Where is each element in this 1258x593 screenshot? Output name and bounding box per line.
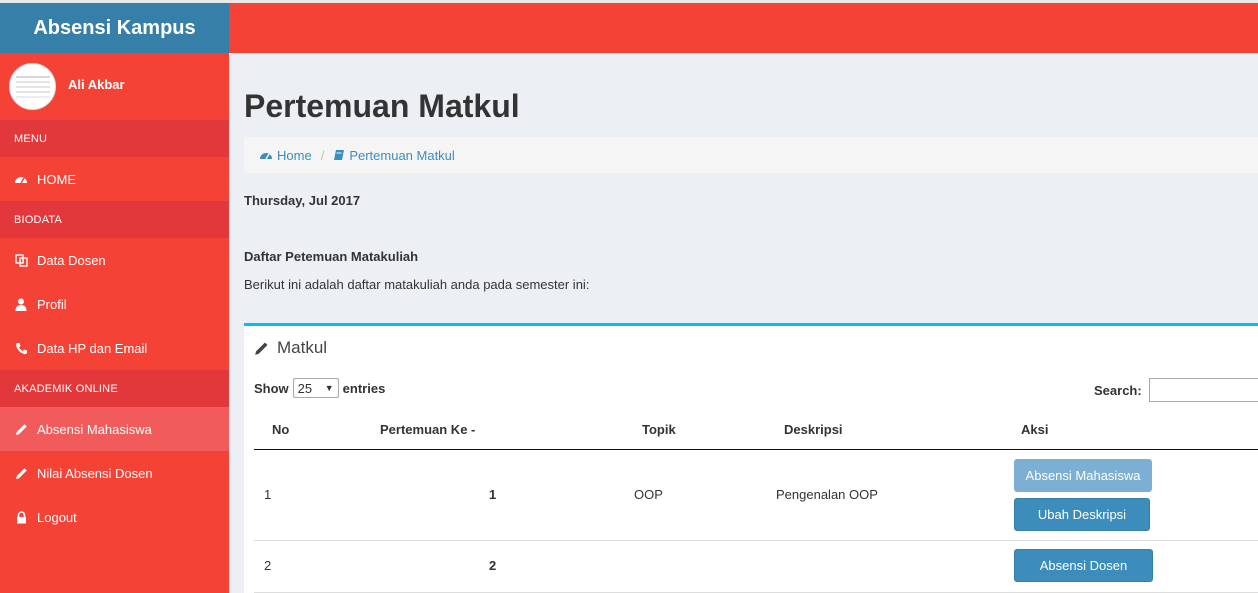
- sidebar-item-label: Logout: [37, 509, 77, 525]
- user-icon: [14, 298, 28, 311]
- sidebar-item-label: Data Dosen: [37, 252, 106, 268]
- sidebar-item-nilai-absensi-dosen[interactable]: Nilai Absensi Dosen: [0, 451, 229, 495]
- app-logo[interactable]: Absensi Kampus: [0, 3, 229, 53]
- pencil-icon: [14, 467, 28, 480]
- cell-pertemuan: 1: [489, 487, 497, 502]
- absensi-mahasiswa-button[interactable]: Absensi Mahasiswa: [1014, 459, 1152, 492]
- breadcrumb-separator: /: [320, 147, 325, 163]
- user-name: Ali Akbar: [68, 77, 125, 92]
- breadcrumb: Home / Pertemuan Matkul: [244, 137, 1258, 173]
- breadcrumb-home-link[interactable]: Home: [277, 148, 312, 163]
- entries-length-control: Show 25 ▼ entries: [254, 378, 385, 398]
- top-navbar: [229, 3, 1258, 53]
- sidebar-header-biodata: BIODATA: [0, 201, 229, 238]
- dashboard-icon: [259, 149, 273, 161]
- show-label: Show: [254, 380, 289, 396]
- sidebar-item-label: Data HP dan Email: [37, 340, 148, 356]
- sidebar-item-label: Absensi Mahasiswa: [37, 421, 152, 437]
- book-icon: [333, 149, 345, 161]
- sidebar-item-data-hp-email[interactable]: Data HP dan Email: [0, 326, 229, 370]
- table-header-divider: [254, 449, 1258, 450]
- column-header-pertemuan[interactable]: Pertemuan Ke -: [380, 422, 475, 437]
- column-header-no[interactable]: No: [272, 422, 289, 437]
- matkul-box: Matkul Show 25 ▼ entries Search: No Pert…: [244, 323, 1258, 593]
- entries-select[interactable]: 25 ▼: [292, 378, 339, 398]
- sidebar-item-absensi-mahasiswa[interactable]: Absensi Mahasiswa: [0, 407, 229, 451]
- box-title-text: Matkul: [277, 338, 328, 357]
- sidebar-item-label: HOME: [37, 171, 76, 187]
- app-title: Absensi Kampus: [33, 16, 196, 39]
- copy-icon: [14, 253, 28, 267]
- column-header-aksi[interactable]: Aksi: [1021, 422, 1048, 437]
- user-panel: Ali Akbar: [0, 53, 229, 120]
- search-label: Search:: [1094, 382, 1142, 398]
- cell-deskripsi: Pengenalan OOP: [776, 487, 878, 502]
- entries-label: entries: [342, 380, 386, 396]
- sidebar-item-label: Nilai Absensi Dosen: [37, 465, 153, 481]
- sidebar-header-akademik: AKADEMIK ONLINE: [0, 370, 229, 407]
- cell-no: 2: [264, 558, 272, 573]
- chevron-down-icon: ▼: [324, 383, 334, 393]
- box-title: Matkul: [254, 338, 327, 358]
- cell-pertemuan: 2: [489, 558, 497, 573]
- phone-icon: [14, 342, 28, 355]
- breadcrumb-current[interactable]: Pertemuan Matkul: [349, 148, 455, 163]
- list-description: Berikut ini adalah daftar matakuliah and…: [244, 277, 590, 292]
- sidebar: Ali Akbar MENU HOME BIODATA Data Dosen P…: [0, 53, 229, 593]
- sidebar-item-logout[interactable]: Logout: [0, 495, 229, 539]
- column-header-topik[interactable]: Topik: [642, 422, 676, 437]
- pencil-icon: [254, 341, 269, 356]
- dashboard-icon: [14, 173, 28, 185]
- avatar: [9, 63, 56, 110]
- row-divider: [254, 540, 1258, 541]
- absensi-dosen-button[interactable]: Absensi Dosen: [1014, 549, 1153, 582]
- column-header-deskripsi[interactable]: Deskripsi: [784, 422, 843, 437]
- cell-no: 1: [264, 487, 272, 502]
- main-content: Pertemuan Matkul Home / Pertemuan Matkul…: [229, 53, 1258, 593]
- sidebar-item-profil[interactable]: Profil: [0, 282, 229, 326]
- sidebar-item-home[interactable]: HOME: [0, 157, 229, 201]
- search-input[interactable]: [1148, 378, 1258, 402]
- ubah-deskripsi-button[interactable]: Ubah Deskripsi: [1014, 498, 1150, 531]
- cell-topik: OOP: [634, 487, 663, 502]
- current-date: Thursday, Jul 2017: [244, 193, 361, 208]
- entries-value: 25: [297, 380, 313, 396]
- search-control: Search:: [1094, 378, 1258, 402]
- list-title: Daftar Petemuan Matakuliah: [244, 249, 419, 264]
- pencil-icon: [14, 423, 28, 436]
- sidebar-item-label: Profil: [37, 296, 67, 312]
- lock-icon: [14, 510, 28, 524]
- sidebar-header-menu: MENU: [0, 120, 229, 157]
- page-title: Pertemuan Matkul: [244, 88, 520, 124]
- sidebar-item-data-dosen[interactable]: Data Dosen: [0, 238, 229, 282]
